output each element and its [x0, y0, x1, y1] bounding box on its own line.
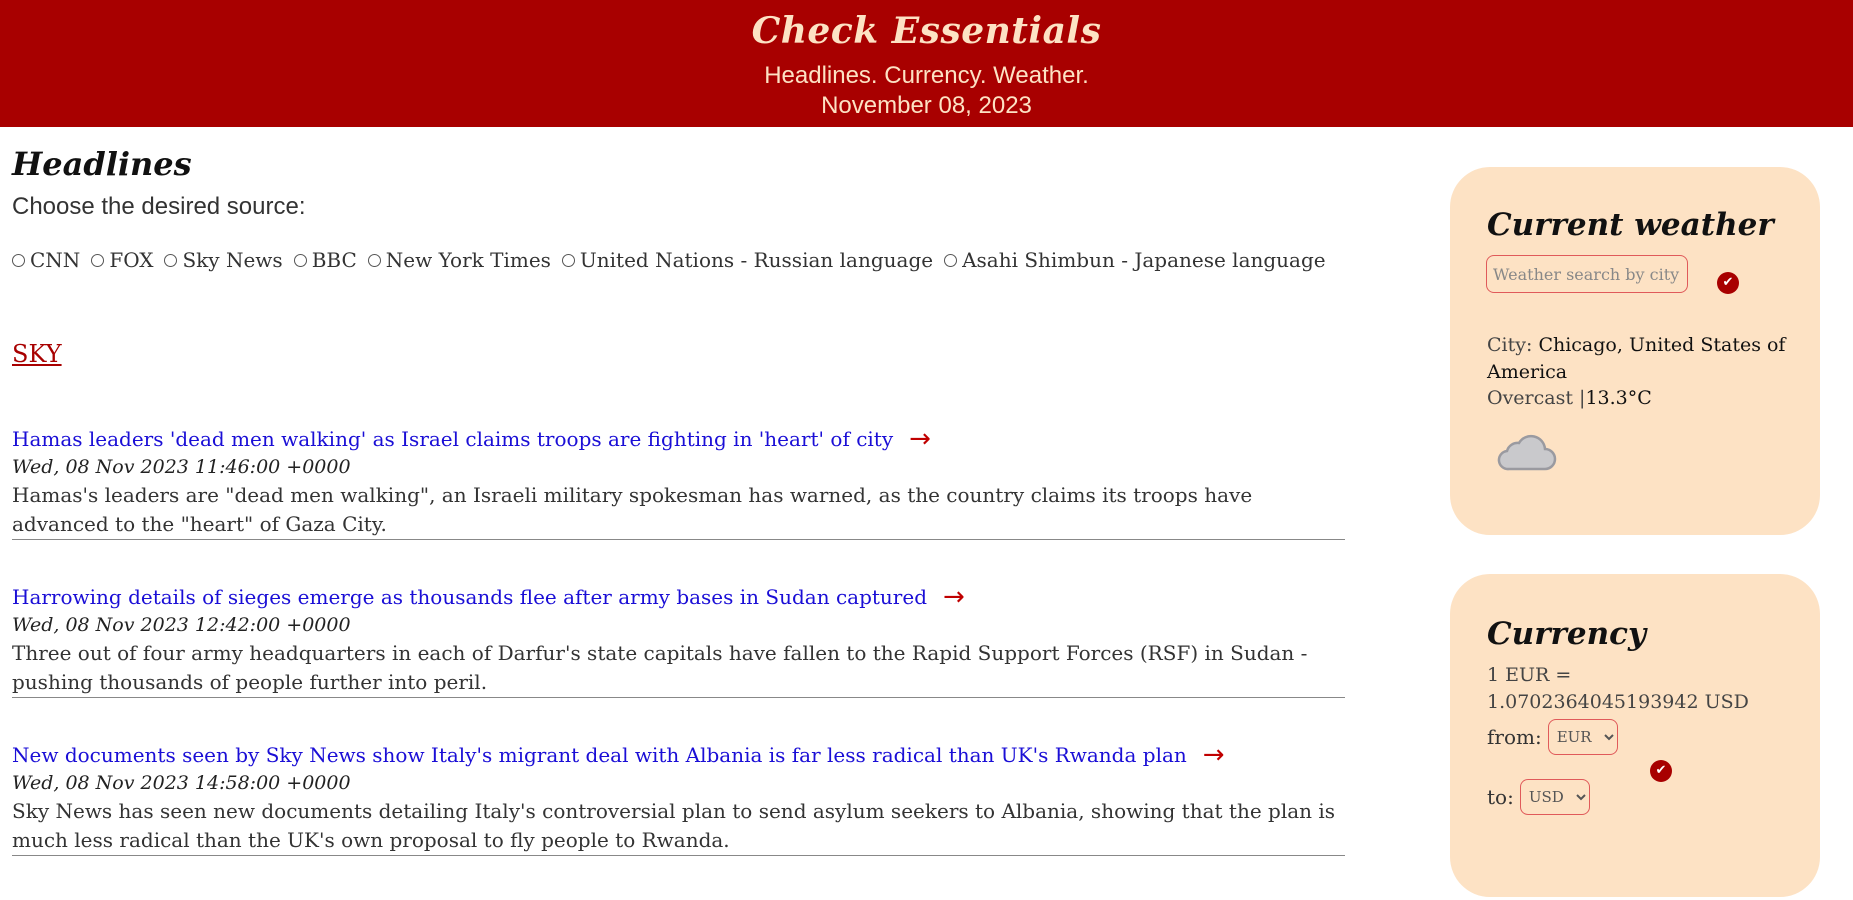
source-option-sky-news[interactable]: Sky News [164, 248, 283, 272]
source-option-un-russian[interactable]: United Nations - Russian language [561, 248, 934, 272]
to-label: to: [1487, 785, 1514, 809]
header-date: November 08, 2023 [821, 92, 1032, 119]
article-title-link[interactable]: New documents seen by Sky News show Ital… [12, 743, 1187, 767]
source-label: Sky News [182, 248, 283, 272]
radio-button[interactable] [91, 253, 105, 267]
from-label: from: [1487, 725, 1542, 749]
radio-button[interactable] [164, 253, 178, 267]
weather-title: Current weather [1487, 207, 1774, 243]
weather-card: Current weather ✔ City: Chicago, United … [1450, 167, 1820, 535]
currency-card: Currency 1 EUR = 1.0702364045193942 USD … [1450, 574, 1820, 897]
source-option-nyt[interactable]: New York Times [367, 248, 551, 272]
tagline: Headlines. Currency. Weather. [764, 62, 1089, 89]
currency-submit-check-icon[interactable]: ✔ [1650, 760, 1672, 782]
source-option-fox[interactable]: FOX [91, 248, 153, 272]
article-description: Sky News has seen new documents detailin… [12, 799, 1336, 852]
source-prompt: Choose the desired source: [12, 193, 306, 220]
source-option-bbc[interactable]: BBC [293, 248, 357, 272]
brand-title: Check Essentials [751, 10, 1102, 52]
exchange-rate: 1 EUR = 1.0702364045193942 USD [1487, 664, 1749, 713]
weather-condition-line: Overcast |13.3°C [1487, 387, 1652, 409]
article-title-link[interactable]: Harrowing details of sieges emerge as th… [12, 585, 927, 609]
currency-to-row: to: USD [1487, 779, 1590, 815]
radio-button[interactable] [561, 253, 575, 267]
city-value: Chicago, United States of America [1487, 334, 1786, 383]
source-label: FOX [109, 248, 154, 272]
arrow-right-icon[interactable]: → [909, 426, 931, 452]
radio-button[interactable] [12, 253, 25, 267]
article-date: Wed, 08 Nov 2023 11:46:00 +0000 [12, 456, 351, 478]
source-label: CNN [30, 248, 81, 272]
site-header: Check Essentials Headlines. Currency. We… [0, 0, 1853, 127]
article-date: Wed, 08 Nov 2023 12:42:00 +0000 [12, 614, 351, 636]
currency-title: Currency [1487, 616, 1647, 652]
arrow-right-icon[interactable]: → [1203, 742, 1225, 768]
arrow-right-icon[interactable]: → [943, 584, 965, 610]
radio-button[interactable] [293, 253, 307, 267]
source-radio-group: CNN FOX Sky News BBC New York Times Unit… [12, 246, 1337, 274]
source-label: United Nations - Russian language [579, 248, 934, 272]
selected-source-link[interactable]: SKY [12, 340, 62, 368]
article-item: Harrowing details of sieges emerge as th… [12, 582, 1345, 698]
cloud-icon [1497, 434, 1557, 471]
article-item: Hamas leaders 'dead men walking' as Isra… [12, 424, 1345, 540]
source-label: New York Times [385, 248, 551, 272]
city-label: City: [1487, 334, 1533, 356]
currency-from-row: from: EUR [1487, 719, 1618, 755]
currency-to-select[interactable]: USD [1519, 779, 1590, 815]
source-option-cnn[interactable]: CNN [12, 248, 80, 272]
weather-condition: Overcast [1487, 387, 1573, 409]
headlines-title: Headlines [12, 145, 192, 183]
weather-search-input[interactable] [1486, 255, 1688, 293]
weather-submit-check-icon[interactable]: ✔ [1717, 272, 1739, 294]
currency-from-select[interactable]: EUR [1547, 719, 1618, 755]
city-line: City: Chicago, United States of America [1487, 332, 1787, 386]
article-description: Hamas's leaders are "dead men walking", … [12, 483, 1253, 536]
source-label: BBC [311, 248, 357, 272]
radio-button[interactable] [367, 253, 381, 267]
article-title-link[interactable]: Hamas leaders 'dead men walking' as Isra… [12, 427, 893, 451]
source-label: Asahi Shimbun - Japanese language [962, 248, 1326, 272]
article-item: New documents seen by Sky News show Ital… [12, 740, 1345, 856]
article-date: Wed, 08 Nov 2023 14:58:00 +0000 [12, 772, 351, 794]
source-option-asahi-japanese[interactable]: Asahi Shimbun - Japanese language [944, 248, 1326, 272]
temperature: 13.3°C [1585, 387, 1652, 409]
radio-button[interactable] [944, 253, 958, 267]
article-description: Three out of four army headquarters in e… [12, 641, 1308, 694]
